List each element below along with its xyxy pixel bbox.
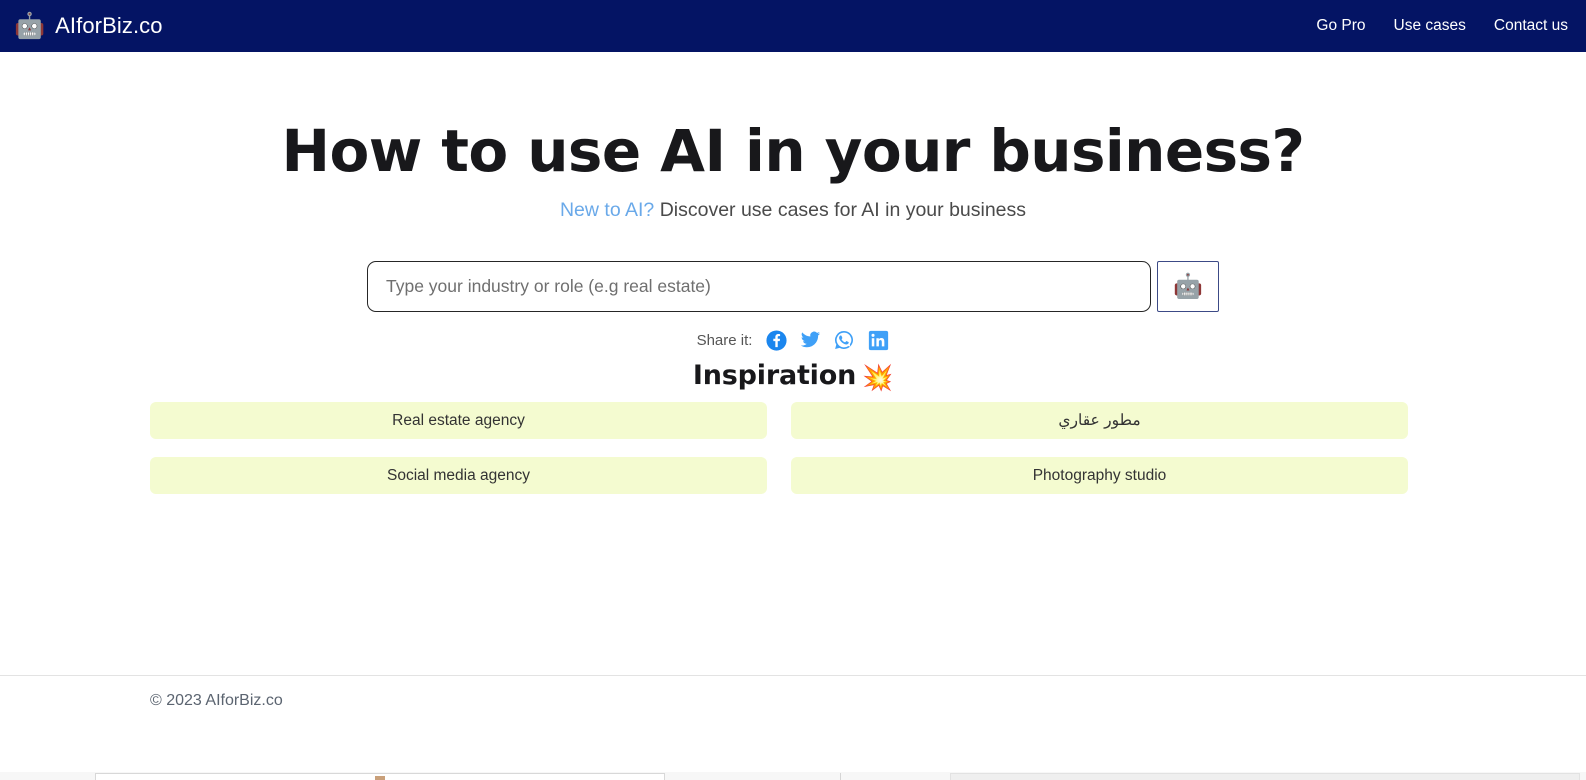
footer-copyright: © 2023 AIforBiz.co	[150, 692, 283, 709]
chip-arabic-real-estate-developer[interactable]: مطور عقاري	[791, 402, 1408, 439]
chip-photography-studio[interactable]: Photography studio	[791, 457, 1408, 494]
new-to-ai-link[interactable]: New to AI?	[560, 199, 654, 221]
chip-real-estate-agency[interactable]: Real estate agency	[150, 402, 767, 439]
linkedin-icon[interactable]	[867, 329, 889, 351]
chip-social-media-agency[interactable]: Social media agency	[150, 457, 767, 494]
search-submit-button[interactable]: 🤖	[1157, 261, 1219, 312]
inspiration-heading: Inspiration 💥	[0, 360, 1586, 393]
nav-links: Go Pro Use cases Contact us	[1316, 17, 1568, 35]
nav-link-contact-us[interactable]: Contact us	[1494, 17, 1568, 35]
search-input[interactable]	[367, 261, 1151, 312]
robot-icon: 🤖	[1173, 272, 1203, 300]
collision-emoji: 💥	[862, 363, 894, 392]
top-navbar: 🤖 AIforBiz.co Go Pro Use cases Contact u…	[0, 0, 1586, 52]
footer-divider	[0, 675, 1586, 676]
hero-section: How to use AI in your business? New to A…	[0, 52, 1586, 222]
search-row: 🤖	[0, 261, 1586, 312]
whatsapp-icon[interactable]	[833, 329, 855, 351]
robot-emoji: 🤖	[14, 11, 46, 40]
facebook-icon[interactable]	[765, 329, 787, 351]
twitter-icon[interactable]	[799, 329, 821, 351]
share-row: Share it:	[0, 329, 1586, 351]
taskbar-window-2[interactable]	[950, 773, 1580, 780]
nav-link-use-cases[interactable]: Use cases	[1394, 17, 1466, 35]
page-root: 🤖 AIforBiz.co Go Pro Use cases Contact u…	[0, 0, 1586, 780]
taskbar-divider-1	[840, 773, 841, 780]
share-label: Share it:	[696, 331, 753, 349]
brand-link[interactable]: 🤖 AIforBiz.co	[14, 13, 163, 39]
search-group: 🤖	[367, 261, 1219, 312]
inspiration-chips-grid: Real estate agency مطور عقاري Social med…	[150, 402, 1408, 494]
nav-link-go-pro[interactable]: Go Pro	[1316, 17, 1365, 35]
brand-name: AIforBiz.co	[55, 13, 163, 38]
hero-subtitle: New to AI? Discover use cases for AI in …	[0, 184, 1586, 222]
page-title: How to use AI in your business?	[281, 117, 1306, 185]
taskbar-favicon	[375, 776, 385, 780]
os-taskbar-sliver	[0, 772, 1586, 780]
inspiration-heading-text: Inspiration	[692, 360, 857, 391]
hero-subtitle-text: Discover use cases for AI in your busine…	[654, 198, 1027, 221]
